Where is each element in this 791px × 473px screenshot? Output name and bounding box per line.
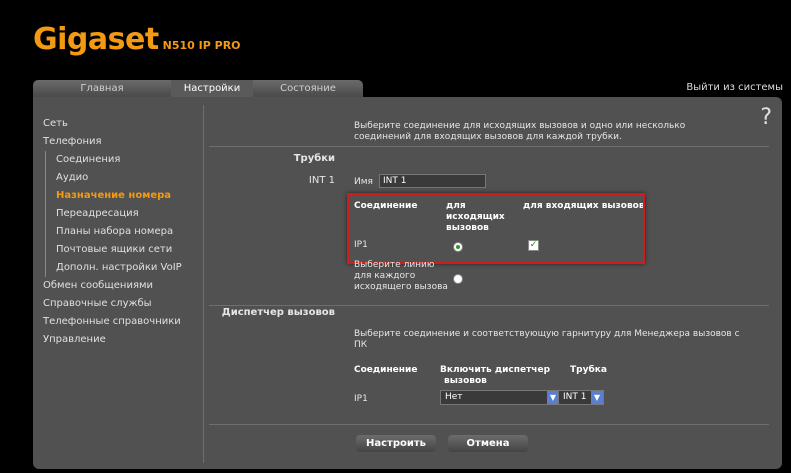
logout-link[interactable]: Выйти из системы [686, 82, 783, 93]
main-tabs: Главная Настройки Состояние [33, 80, 363, 97]
handset-select[interactable]: INT 1 ▼ [558, 390, 604, 405]
cancel-button[interactable]: Отмена [448, 435, 528, 452]
sidebar-item-connections[interactable]: Соединения [45, 151, 203, 169]
call-manager-select[interactable]: Нет ▼ [440, 390, 560, 405]
divider-top [209, 146, 769, 147]
cm-connection-ip1: IP1 [354, 394, 368, 404]
panel-divider [203, 105, 204, 463]
handset-id-label: INT 1 [308, 175, 335, 186]
sidebar-item-network-mailboxes[interactable]: Почтовые ящики сети [45, 241, 203, 259]
sidebar-item-telephony[interactable]: Телефония [43, 133, 203, 151]
model-name: N510 IP PRO [162, 39, 241, 52]
divider-bottom [209, 424, 769, 425]
sidebar-item-messaging[interactable]: Обмен сообщениями [43, 277, 203, 295]
tab-status[interactable]: Состояние [253, 80, 363, 97]
handsets-intro: Выберите соединение для исходящих вызово… [354, 121, 686, 142]
cm-col-handset: Трубка [570, 365, 607, 375]
call-manager-title: Диспетчер вызовов [221, 307, 335, 318]
sidebar-item-info-services[interactable]: Справочные службы [43, 295, 203, 313]
chevron-down-icon: ▼ [591, 391, 603, 404]
cm-col-connection: Соединение [354, 365, 418, 375]
tab-home[interactable]: Главная [33, 80, 171, 97]
line-select-text: Выберите линию для каждого исходящего вы… [354, 260, 448, 292]
gigaset-logo: Gigaset N510 IP PRO [33, 22, 241, 57]
handsets-section-title: Трубки [293, 153, 335, 164]
line-select-radio[interactable] [453, 274, 463, 284]
name-label: Имя [354, 177, 373, 187]
divider-middle [209, 305, 769, 306]
sidebar-item-call-forwarding[interactable]: Переадресация [45, 205, 203, 223]
tab-settings[interactable]: Настройки [171, 80, 253, 97]
sidebar-item-dialling-plans[interactable]: Планы набора номера [45, 223, 203, 241]
apply-button[interactable]: Настроить [356, 435, 436, 452]
handset-name-input[interactable]: INT 1 [379, 174, 486, 188]
sidebar-nav: Сеть Телефония Соединения Аудио Назначен… [43, 115, 203, 349]
sidebar-item-number-assignment[interactable]: Назначение номера [45, 187, 203, 205]
call-manager-intro: Выберите соединение и соответствующую га… [354, 329, 740, 350]
brand-name: Gigaset [33, 22, 159, 57]
cm-col-enable: Включить диспетчер вызовов [440, 365, 551, 386]
sidebar-item-network[interactable]: Сеть [43, 115, 203, 133]
help-icon[interactable]: ? [760, 105, 772, 130]
sidebar-item-management[interactable]: Управление [43, 331, 203, 349]
settings-panel: Сеть Телефония Соединения Аудио Назначен… [33, 97, 782, 469]
sidebar-item-directories[interactable]: Телефонные справочники [43, 313, 203, 331]
highlight-box [347, 193, 645, 264]
sidebar-item-audio[interactable]: Аудио [45, 169, 203, 187]
sidebar-item-voip-advanced[interactable]: Дополн. настройки VoIP [45, 259, 203, 277]
